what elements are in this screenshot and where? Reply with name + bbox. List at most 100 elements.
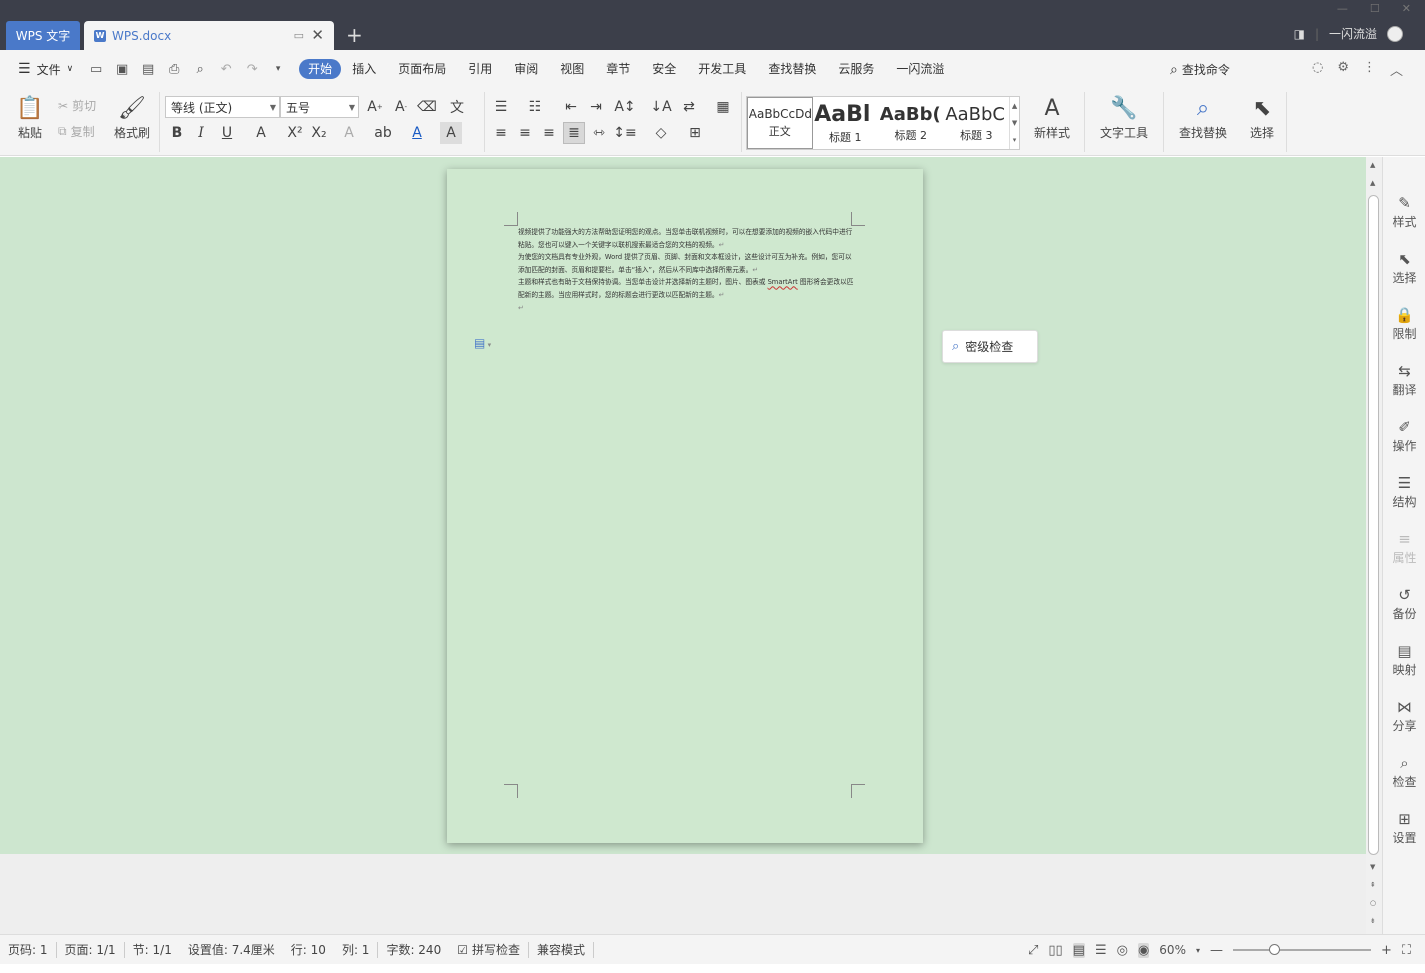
- tab-10[interactable]: 云服务: [827, 59, 885, 79]
- italic-icon[interactable]: I: [190, 122, 212, 144]
- tab-4[interactable]: 审阅: [503, 59, 549, 79]
- next-page-icon[interactable]: ⇟: [1370, 917, 1376, 925]
- numbered-list-icon[interactable]: ☷: [524, 96, 546, 118]
- redo-icon[interactable]: ↷: [245, 62, 259, 77]
- page-view-icon[interactable]: ▤: [1072, 942, 1085, 958]
- find-replace-button[interactable]: ⌕ 查找替换: [1172, 96, 1234, 141]
- distributed-icon[interactable]: ⇿: [588, 122, 610, 144]
- panel-item-1[interactable]: ⬉ 选择: [1383, 249, 1425, 286]
- style-heading-1[interactable]: AaBl 标题 1: [813, 97, 879, 149]
- underline-icon[interactable]: U: [216, 122, 238, 144]
- zoom-out-icon[interactable]: —: [1210, 943, 1223, 958]
- style-normal[interactable]: AaBbCcDd 正文: [747, 97, 813, 149]
- expand-gallery-icon[interactable]: ▾: [1013, 136, 1017, 144]
- zoom-level[interactable]: 60%: [1159, 943, 1186, 957]
- increase-indent-icon[interactable]: ⇥: [585, 96, 607, 118]
- status-col[interactable]: 列: 1: [334, 935, 378, 965]
- file-menu[interactable]: ☰ 文件 ∨: [0, 61, 73, 78]
- subscript-icon[interactable]: X₂: [308, 122, 330, 144]
- bullet-list-icon[interactable]: ☰: [490, 96, 512, 118]
- justify-icon[interactable]: ≣: [563, 122, 585, 144]
- scrollbar-thumb[interactable]: [1368, 195, 1379, 855]
- chevron-up-icon[interactable]: ▲: [1012, 102, 1017, 110]
- panel-item-10[interactable]: ⌕ 检查: [1383, 753, 1425, 790]
- document-options-icon[interactable]: ▤ ▾: [474, 336, 491, 350]
- web-view-icon[interactable]: ◎: [1117, 943, 1128, 958]
- scroll-up-icon[interactable]: ▲: [1370, 179, 1375, 187]
- float-window-icon[interactable]: ▭: [294, 29, 304, 42]
- panel-item-7[interactable]: ↺ 备份: [1383, 585, 1425, 622]
- panel-item-5[interactable]: ☰ 结构: [1383, 473, 1425, 510]
- clear-format-icon[interactable]: ⌫: [416, 96, 438, 118]
- status-word-count[interactable]: 字数: 240: [378, 935, 449, 965]
- char-shading-icon[interactable]: A: [440, 122, 462, 144]
- document-tab[interactable]: W WPS.docx ▭ ✕: [84, 21, 334, 50]
- undo-icon[interactable]: ↶: [219, 62, 233, 77]
- superscript-icon[interactable]: X²: [284, 122, 306, 144]
- chevron-down-icon[interactable]: ▾: [1196, 946, 1200, 955]
- tab-1[interactable]: 插入: [341, 59, 387, 79]
- gallery-scroll[interactable]: ▲ ▼ ▾: [1009, 97, 1019, 149]
- new-style-button[interactable]: A 新样式: [1028, 96, 1076, 141]
- app-tab[interactable]: WPS 文字: [6, 21, 80, 50]
- font-color-icon[interactable]: A: [406, 122, 428, 144]
- align-center-icon[interactable]: ≡: [514, 122, 536, 144]
- zoom-in-icon[interactable]: +: [1381, 943, 1392, 958]
- search-command[interactable]: ⌕ 查找命令: [1170, 61, 1230, 78]
- font-name-select[interactable]: 等线 (正文) ▼: [165, 96, 280, 118]
- tab-9[interactable]: 查找替换: [757, 59, 827, 79]
- compat-mode[interactable]: 兼容模式: [529, 935, 593, 965]
- print-icon[interactable]: ⎙: [167, 62, 181, 77]
- secret-check-button[interactable]: ⌕ 密级检查: [942, 330, 1038, 363]
- cut-button[interactable]: ✂ 剪切: [58, 97, 96, 114]
- outline-view-icon[interactable]: ☰: [1095, 943, 1107, 958]
- font-size-select[interactable]: 五号 ▼: [280, 96, 359, 118]
- phonetic-guide-icon[interactable]: 文: [446, 96, 468, 118]
- panel-item-3[interactable]: ⇆ 翻译: [1383, 361, 1425, 398]
- panel-item-6[interactable]: ≡ 属性: [1383, 529, 1425, 566]
- print-preview-icon[interactable]: ⌕: [193, 62, 207, 77]
- paragraph[interactable]: 为使您的文档具有专业外观，Word 提供了页眉、页脚、封面和文本框设计，这些设计…: [518, 251, 854, 276]
- save-icon[interactable]: ▣: [115, 62, 129, 77]
- bold-icon[interactable]: B: [166, 122, 188, 144]
- comment-icon[interactable]: ◌: [1312, 60, 1323, 79]
- minimize-icon[interactable]: —: [1337, 2, 1348, 15]
- layout-icon[interactable]: ◨: [1294, 27, 1305, 41]
- avatar[interactable]: [1387, 25, 1403, 42]
- panel-item-11[interactable]: ⊞ 设置: [1383, 809, 1425, 846]
- panel-item-4[interactable]: ✐ 操作: [1383, 417, 1425, 454]
- tab-8[interactable]: 开发工具: [687, 59, 757, 79]
- maximize-icon[interactable]: ☐: [1370, 2, 1380, 15]
- decrease-indent-icon[interactable]: ⇤: [560, 96, 582, 118]
- select-button[interactable]: ⬉ 选择: [1240, 96, 1284, 141]
- tab-7[interactable]: 安全: [641, 59, 687, 79]
- tab-5[interactable]: 视图: [549, 59, 595, 79]
- panel-item-9[interactable]: ⋈ 分享: [1383, 697, 1425, 734]
- tab-6[interactable]: 章节: [595, 59, 641, 79]
- document-body[interactable]: 视频提供了功能强大的方法帮助您证明您的观点。当您单击联机视频时，可以在想要添加的…: [518, 226, 854, 314]
- panel-item-8[interactable]: ▤ 映射: [1383, 641, 1425, 678]
- status-pages[interactable]: 页面: 1/1: [57, 935, 124, 965]
- format-painter-button[interactable]: 🖌 格式刷: [110, 96, 154, 141]
- highlight-icon[interactable]: ab: [372, 122, 394, 144]
- shading-icon[interactable]: ◇: [650, 122, 672, 144]
- spell-check-button[interactable]: ☑ 拼写检查: [449, 935, 528, 965]
- strikethrough-icon[interactable]: A: [250, 122, 272, 144]
- panel-item-0[interactable]: ✎ 样式: [1383, 193, 1425, 230]
- zoom-slider[interactable]: [1232, 944, 1371, 955]
- empty-paragraph[interactable]: ↵: [518, 302, 854, 315]
- select-browse-icon[interactable]: ○: [1370, 899, 1376, 907]
- tab-2[interactable]: 页面布局: [387, 59, 457, 79]
- open-folder-icon[interactable]: ▭: [89, 62, 103, 77]
- status-setting[interactable]: 设置值: 7.4厘米: [180, 935, 283, 965]
- vertical-scrollbar[interactable]: ▲ ▲ ▼ ⇞ ○ ⇟: [1366, 157, 1382, 934]
- zoom-slider-knob[interactable]: [1269, 944, 1281, 955]
- panel-item-2[interactable]: 🔒 限制: [1383, 305, 1425, 342]
- tab-3[interactable]: 引用: [457, 59, 503, 79]
- fullscreen-icon[interactable]: ⤢: [1028, 943, 1038, 958]
- tab-11[interactable]: 一闪流溢: [885, 59, 955, 79]
- line-break-icon[interactable]: ⇄: [678, 96, 700, 118]
- quick-access-dropdown-icon[interactable]: ▾: [271, 62, 285, 76]
- paragraph[interactable]: 视频提供了功能强大的方法帮助您证明您的观点。当您单击联机视频时，可以在想要添加的…: [518, 226, 854, 251]
- text-effect-icon[interactable]: A: [338, 122, 360, 144]
